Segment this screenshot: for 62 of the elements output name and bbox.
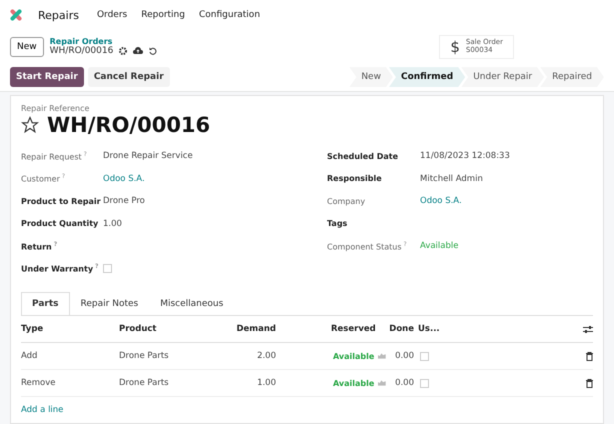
settings-sliders-icon[interactable] bbox=[583, 324, 593, 334]
field-label: Repair Reference bbox=[21, 104, 90, 113]
field-label: Tags bbox=[327, 219, 348, 228]
table-cell: 0.00 bbox=[386, 370, 414, 397]
field-value: Available bbox=[420, 241, 458, 252]
field-label: Component Status $^{?}$ bbox=[327, 240, 408, 252]
field-label: Responsible bbox=[327, 174, 383, 184]
table-cell: 1.00 bbox=[231, 370, 276, 397]
status-stage[interactable]: Under Repair bbox=[461, 67, 544, 88]
column-header[interactable]: Us... bbox=[414, 316, 563, 343]
new-button[interactable]: New bbox=[10, 36, 44, 57]
action-button[interactable]: Start Repair bbox=[10, 67, 84, 88]
availability-status: Available bbox=[332, 352, 374, 360]
status-stage[interactable]: Confirmed bbox=[388, 67, 466, 88]
menu-item[interactable]: Orders bbox=[96, 10, 128, 20]
field-label: Return $^{?}$ bbox=[21, 240, 58, 252]
action-button[interactable]: Cancel Repair bbox=[88, 67, 170, 88]
field-label: Product to Repair bbox=[21, 196, 102, 206]
checkbox[interactable] bbox=[420, 352, 429, 360]
field-label: Repair Request $^{?}$ bbox=[21, 150, 88, 162]
table-cell: 0.00 bbox=[386, 343, 414, 370]
field-label: Under Warranty $^{?}$ bbox=[21, 263, 100, 274]
menu-item[interactable]: Configuration bbox=[198, 10, 260, 20]
status-stage[interactable]: Repaired bbox=[540, 67, 604, 88]
table-cell: Drone Parts bbox=[119, 370, 231, 397]
status-stage[interactable]: New bbox=[349, 67, 393, 88]
field-link[interactable]: Odoo S.A. bbox=[103, 174, 145, 184]
checkbox[interactable] bbox=[420, 378, 429, 388]
gear-icon[interactable] bbox=[119, 47, 128, 56]
field-link[interactable]: Odoo S.A. bbox=[420, 196, 462, 206]
record-title: WH/RO/00016 bbox=[47, 113, 210, 137]
field-value: Drone Repair Service bbox=[103, 151, 193, 162]
field-value: 1.00 bbox=[103, 218, 122, 229]
table-cell: Remove bbox=[21, 370, 119, 397]
table-cell: Drone Parts bbox=[119, 343, 231, 370]
cloud-upload-icon[interactable] bbox=[133, 47, 144, 56]
field-value: 11/08/2023 12:08:33 bbox=[420, 151, 510, 162]
column-header[interactable]: Type bbox=[21, 316, 119, 343]
field-value: Mitchell Admin bbox=[420, 174, 483, 184]
breadcrumb-link[interactable]: Repair Orders bbox=[50, 37, 158, 46]
record-name: WH/RO/00016 bbox=[50, 46, 114, 56]
column-header[interactable]: Product bbox=[119, 316, 231, 343]
column-header[interactable]: Demand bbox=[231, 316, 276, 343]
undo-icon[interactable] bbox=[149, 47, 158, 56]
app-name[interactable]: Repairs bbox=[38, 8, 79, 22]
field-value: Drone Pro bbox=[103, 196, 145, 206]
tab[interactable]: Parts bbox=[21, 292, 70, 315]
column-header[interactable]: Reserved bbox=[276, 316, 386, 343]
table-cell: 2.00 bbox=[231, 343, 276, 370]
availability-status: Available bbox=[332, 378, 374, 388]
menu-item[interactable]: Reporting bbox=[141, 10, 185, 20]
checkbox[interactable] bbox=[103, 264, 112, 274]
trash-icon[interactable] bbox=[586, 378, 593, 388]
star-icon[interactable] bbox=[21, 116, 39, 134]
add-line-link[interactable]: Add a line bbox=[21, 397, 593, 423]
table-cell: Add bbox=[21, 343, 119, 370]
trash-icon[interactable] bbox=[586, 352, 593, 360]
field-label: Scheduled Date bbox=[327, 152, 400, 161]
field-label: Product Quantity bbox=[21, 219, 100, 228]
field-label: Customer $^{?}$ bbox=[21, 173, 66, 184]
column-header[interactable]: Done bbox=[386, 316, 414, 343]
field-label: Company bbox=[327, 196, 366, 206]
